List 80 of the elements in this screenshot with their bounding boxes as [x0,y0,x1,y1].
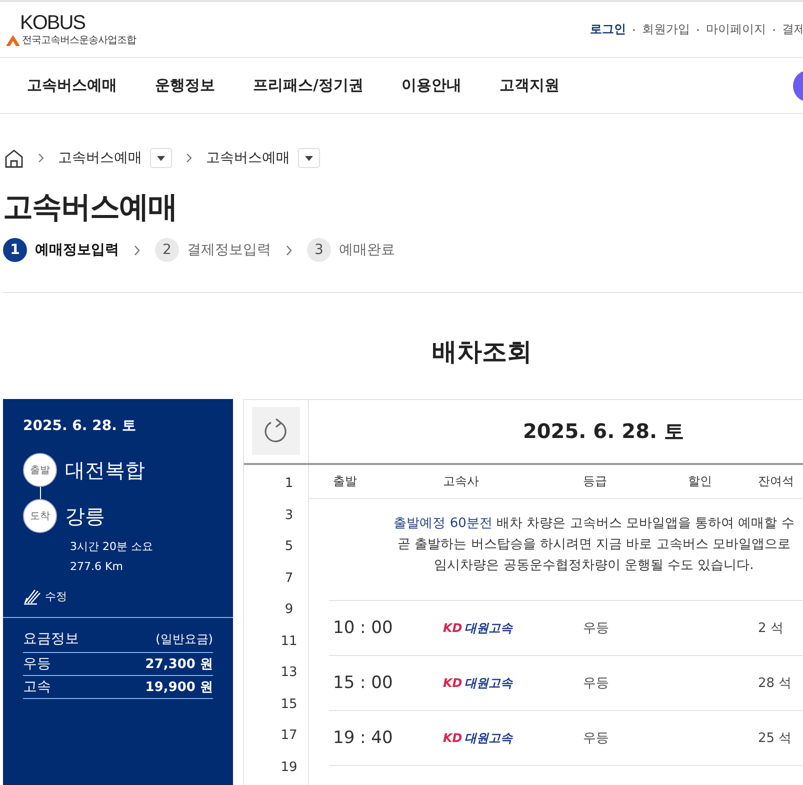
arrival-badge: 도착 [23,499,57,533]
logo-wordmark[interactable]: KOBUS [6,12,136,32]
travel-date: 2025. 6. 28. 토 [23,417,137,435]
line-number: 1 [284,475,294,493]
mountain-icon [6,34,20,46]
bus-grade: 우등 [583,675,610,692]
seats-left: 25 석 [758,730,793,747]
chevron-icon [285,244,293,256]
fare-note: (일반요금) [156,631,213,648]
column-header: 고속사 [443,473,480,490]
chevron-icon [185,153,193,163]
fare-grade: 우등 [23,655,51,673]
nav-item[interactable]: 프리패스/정기권 [253,76,364,95]
schedule-row[interactable]: 10 : 00 KD 대원고속 우등 2 석 [329,601,803,656]
line-number: 13 [280,664,298,682]
departure-badge: 출발 [23,453,57,487]
header-link[interactable]: 로그인 [590,21,626,38]
line-number: 17 [280,727,298,745]
seats-left: 28 석 [758,675,793,692]
step-indicator: 2 결제정보입력 [155,238,271,262]
home-icon[interactable] [4,148,24,168]
column-header: 등급 [583,473,608,490]
breadcrumb-link[interactable]: 고속버스예매 [58,149,142,167]
line-number: 5 [284,538,294,556]
dropdown-toggle[interactable] [150,148,172,168]
separator-dot [773,28,775,30]
header-link[interactable]: 마이페이지 [706,21,766,38]
fare-title: 요금정보 [23,630,79,648]
step-indicator: 1 예매정보입력 [3,238,119,262]
column-header: 잔여석 [758,473,795,490]
nav-item[interactable]: 운행정보 [155,76,215,95]
company-logo: KD 대원고속 [443,730,514,746]
departure-time: 10 : 00 [333,618,394,638]
chevron-icon [133,244,141,256]
line-number: 9 [284,601,294,619]
schedule-row[interactable]: 15 : 00 KD 대원고속 우등 28 석 [329,656,803,711]
departure-time: 19 : 40 [333,728,394,748]
departure-place: 대전복합 [65,456,145,484]
nav-item[interactable]: 고객지원 [499,76,560,95]
page-title: 고속버스예매 [3,189,178,227]
refresh-icon [263,417,289,445]
fare-price: 19,900 원 [145,679,213,696]
line-number: 15 [280,696,298,714]
caret-icon [157,156,165,160]
company-logo: KD 대원고속 [443,674,514,692]
column-header: 할인 [688,473,713,490]
departure-time: 15 : 00 [333,673,394,693]
duration-text: 3시간 20분 소요 [70,539,154,554]
nav-item[interactable]: 고속버스예매 [27,76,117,95]
separator-dot [633,28,635,30]
line-number: 3 [284,506,294,524]
schedule-date: 2025. 6. 28. 토 [522,418,686,445]
nav-item[interactable]: 이용안내 [401,76,462,95]
column-header: 출발 [333,473,358,490]
line-number: 7 [284,570,294,588]
header-link[interactable]: 회원가입 [642,21,690,38]
arrival-place: 강릉 [65,502,105,530]
step-indicator: 3 예매완료 [307,238,395,262]
refresh-button[interactable] [252,407,300,455]
line-number: 19 [280,758,298,776]
chevron-icon [37,153,45,163]
distance-text: 277.6 Km [70,560,124,573]
dropdown-toggle[interactable] [298,148,320,168]
section-title: 배차조회 [431,336,533,368]
fare-grade: 고속 [23,678,51,696]
caret-icon [305,156,313,160]
logo-subtitle: 전국고속버스운송사업조합 [22,34,136,46]
seats-left: 2 석 [758,620,784,637]
notice-text: 출발예정 60분전 배차 차량은 고속버스 모바일앱을 통하여 예매할 수 곧 출발하는 버스탑승을 하시려면 지금 바로 고속버스 모바일앱으로 임시차량은 공동운수협정차량이 운행될 수도 있습니다. [329,499,803,601]
bus-grade: 우등 [583,730,610,747]
bus-grade: 우등 [583,620,610,637]
edit-link[interactable]: 수정 [23,587,213,605]
fare-price: 27,300 원 [145,656,213,673]
header-link[interactable]: 결제 [782,21,803,38]
separator-dot [697,28,699,30]
breadcrumb-link[interactable]: 고속버스예매 [206,149,290,167]
pencil-icon [23,587,41,605]
company-logo: KD 대원고속 [443,620,514,636]
line-number: 11 [280,632,298,650]
schedule-row[interactable]: 19 : 40 KD 대원고속 우등 25 석 [329,711,803,766]
